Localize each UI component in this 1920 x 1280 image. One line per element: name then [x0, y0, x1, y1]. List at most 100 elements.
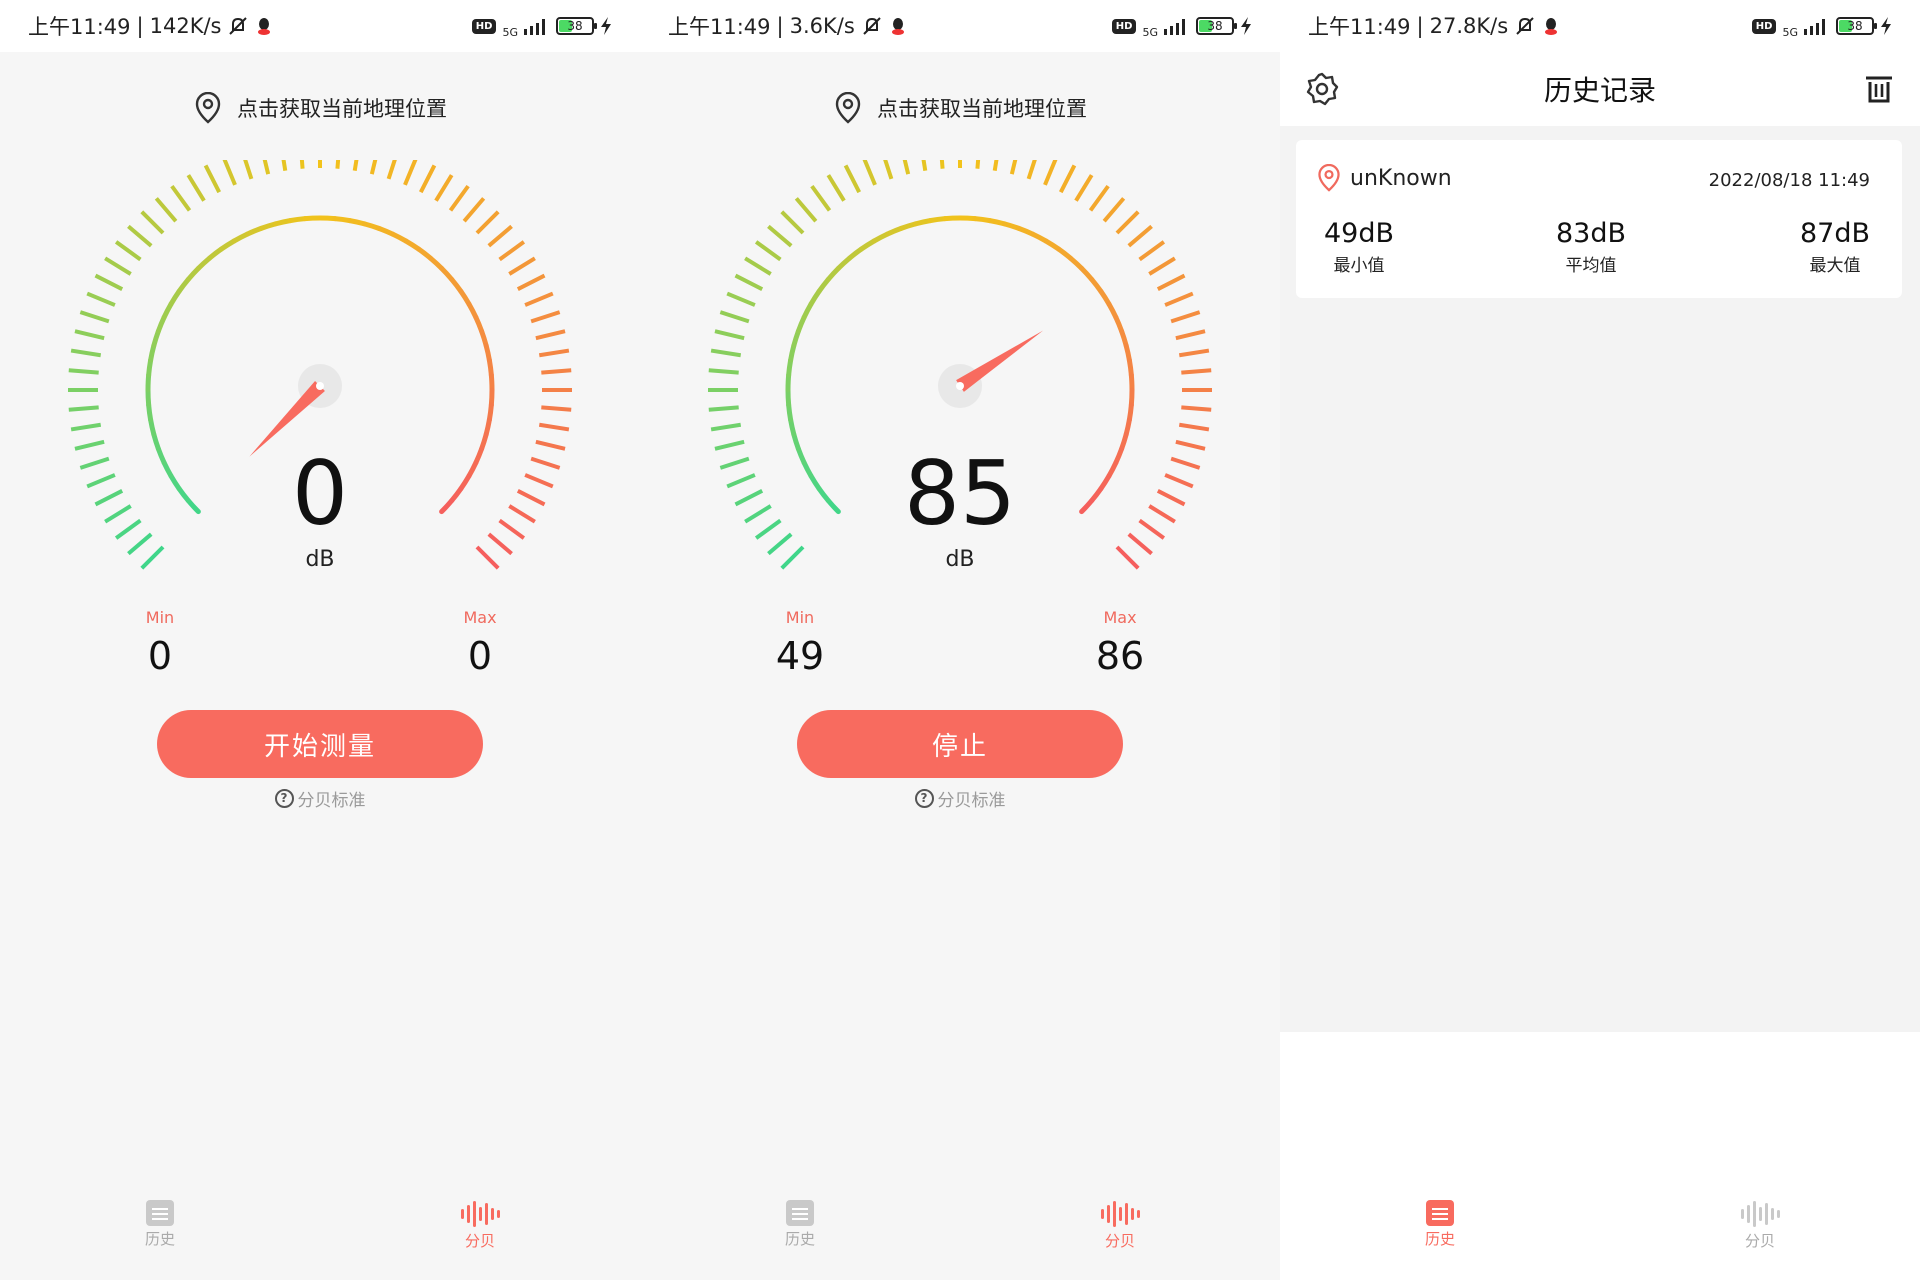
help-icon: ? [274, 789, 294, 808]
get-location-button[interactable]: 点击获取当前地理位置 [0, 92, 640, 124]
start-measure-button[interactable]: 开始测量 [157, 710, 483, 778]
gauge-tick [1088, 184, 1110, 212]
gauge-tick [386, 160, 397, 180]
gauge-tick [1178, 422, 1210, 432]
gauge-tick [299, 160, 305, 169]
gauge-tick [186, 174, 206, 202]
nav-history-tab[interactable]: 历史 [1280, 1200, 1600, 1280]
gauge-tick [508, 256, 536, 276]
history-header: 历史记录 [1280, 52, 1920, 126]
gauge-tick [1138, 240, 1166, 262]
nav-history-tab[interactable]: 历史 [0, 1200, 320, 1280]
gauge-tick [710, 422, 742, 432]
min-label: Min [785, 608, 815, 627]
min-value: 0 [147, 634, 173, 678]
max-value: 0 [467, 634, 493, 678]
nav-decibel-label: 分贝 [1744, 1232, 1775, 1250]
nav-decibel-label: 分贝 [464, 1232, 495, 1250]
min-label: Min [145, 608, 175, 627]
history-bottom-area [1280, 1032, 1920, 1200]
gauge-tick [335, 160, 341, 169]
gauge-tick [780, 210, 805, 235]
nav-history-tab[interactable]: 历史 [640, 1200, 960, 1280]
min-value: 49 [775, 634, 825, 678]
gauge-tick [524, 291, 554, 307]
stop-button[interactable]: 停止 [797, 710, 1123, 778]
gauge-tick [719, 310, 750, 324]
bottom-nav: 历史 分贝 [0, 1200, 640, 1280]
gauge-tick [902, 160, 911, 175]
gauge-tick [498, 240, 526, 262]
record-max-value: 87dB [1799, 218, 1870, 249]
gauge-tick [104, 256, 132, 276]
nav-decibel-tab[interactable]: 分贝 [960, 1200, 1280, 1280]
location-prompt-text: 点击获取当前地理位置 [877, 97, 1087, 121]
history-record-card[interactable]: unKnown 2022/08/18 11:49 49dB 最小值 83dB 平… [1296, 140, 1902, 298]
gauge-tick [203, 164, 221, 194]
status-separator: | [776, 14, 784, 38]
status-bar: 上午11:49 | 3.6K/s HD 5G 38 [640, 0, 1280, 52]
mute-icon [1516, 17, 1534, 35]
gauge-tick [86, 291, 116, 307]
gauge-tick [535, 329, 566, 341]
gauge-tick [921, 160, 928, 172]
gauge-tick [541, 368, 572, 375]
location-pin-icon [835, 92, 861, 124]
gauge-tick [1026, 160, 1037, 180]
gauge-tick [1009, 160, 1018, 175]
qq-icon [891, 18, 904, 35]
gauge-tick [1115, 210, 1140, 235]
decibel-standard-link[interactable]: ? 分贝标准 [0, 786, 640, 811]
qq-icon [258, 18, 271, 35]
trash-icon[interactable] [1862, 72, 1896, 106]
nav-decibel-tab[interactable]: 分贝 [1600, 1200, 1920, 1280]
gauge-tick [1175, 439, 1206, 451]
status-speed: 3.6K/s [789, 14, 855, 38]
decibel-standard-text: 分贝标准 [297, 791, 366, 811]
gauge-tick [734, 273, 764, 291]
gauge-tick [530, 310, 561, 324]
record-datetime: 2022/08/18 11:49 [1708, 170, 1870, 191]
signal-icon [1164, 19, 1185, 35]
record-location-text: unKnown [1350, 165, 1452, 191]
gauge-needle-pivot [956, 382, 964, 390]
history-title: 历史记录 [1543, 74, 1656, 107]
meter-screen-idle: 上午11:49 | 142K/s HD 5G 38 点击获取当前地理位置 0 d… [0, 0, 640, 1280]
record-location: unKnown [1316, 164, 1452, 192]
gauge-tick [826, 174, 846, 202]
history-screen: 上午11:49 | 27.8K/s HD 5G 38 历史记录 unKnown … [1280, 0, 1920, 1280]
gauge-tick [403, 160, 418, 186]
status-time: 上午11:49 [1308, 15, 1411, 39]
location-prompt-text: 点击获取当前地理位置 [237, 97, 447, 121]
gauge-tick [1148, 256, 1176, 276]
screenshot-stage: 上午11:49 | 142K/s HD 5G 38 点击获取当前地理位置 0 d… [0, 0, 1920, 1280]
bottom-nav: 历史 分贝 [640, 1200, 1280, 1280]
gauge-tick [68, 405, 99, 412]
battery-icon: 38 [1196, 17, 1237, 35]
gauge-tick [708, 405, 739, 412]
gauge-tick [475, 210, 500, 235]
decibel-standard-link[interactable]: ? 分贝标准 [640, 786, 1280, 811]
max-label: Max [1103, 608, 1137, 627]
battery-level: 38 [1847, 19, 1863, 33]
gauge-tick [243, 160, 254, 180]
status-separator: | [1416, 14, 1424, 38]
gauge-tick [714, 439, 745, 451]
gauge-tick [70, 348, 102, 358]
location-pin-icon [195, 92, 221, 124]
gauge-tick [975, 160, 981, 169]
current-reading: 0 [292, 442, 348, 545]
settings-gear-icon[interactable] [1304, 71, 1340, 107]
mute-icon [863, 17, 881, 35]
gauge-tick [538, 348, 570, 358]
gauge-tick [154, 197, 178, 223]
get-location-button[interactable]: 点击获取当前地理位置 [640, 92, 1280, 124]
gauge-tick [70, 422, 102, 432]
gauge-tick [419, 164, 437, 194]
gauge-tick [516, 273, 546, 291]
gauge-tick [352, 160, 359, 172]
gauge-tick [448, 184, 470, 212]
nav-decibel-tab[interactable]: 分贝 [320, 1200, 640, 1280]
gauge-tick [541, 405, 572, 412]
nav-history-label: 历史 [1424, 1230, 1455, 1248]
